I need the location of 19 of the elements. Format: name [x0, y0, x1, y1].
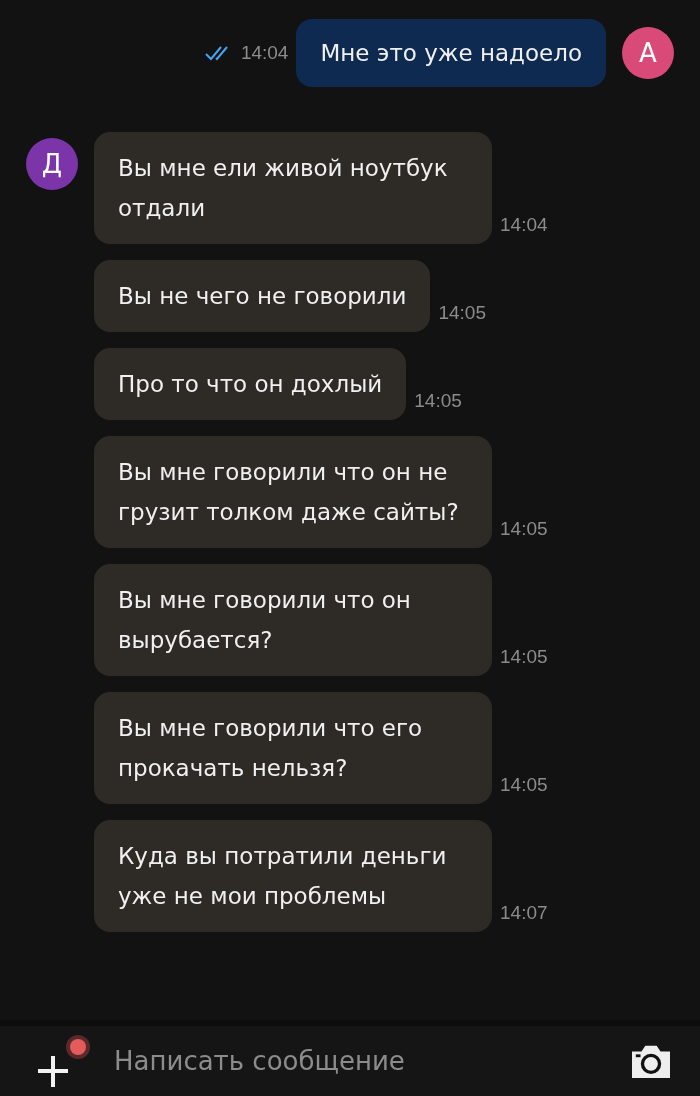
message-time: 14:04: [240, 42, 289, 64]
message-bubble: Про то что он дохлый: [94, 348, 407, 420]
message-time: 14:07: [500, 902, 548, 924]
message-bubble: Вы мне говорили что он не грузит толком даже сайты?: [94, 436, 492, 548]
avatar[interactable]: Д: [26, 138, 78, 190]
message-time: 14:05: [414, 390, 462, 412]
message-time: 14:05: [438, 302, 486, 324]
message-bubble: Куда вы потратили деньги уже не мои проблемы: [94, 820, 492, 932]
message-bubble: Мне это уже надоело: [296, 19, 606, 87]
message-bubble: Вы мне ели живой ноутбук отдали: [94, 132, 492, 244]
message-time: 14:05: [500, 646, 548, 668]
message-bubble: Вы не чего не говорили: [94, 260, 431, 332]
message-bubble: Вы мне говорили что его прокачать нельзя?: [94, 692, 492, 804]
message-time: 14:04: [500, 214, 548, 236]
avatar[interactable]: А: [622, 27, 674, 79]
message-input[interactable]: Написать сообщение: [112, 1045, 616, 1077]
message-bubble: Вы мне говорили что он вырубается?: [94, 564, 492, 676]
message-time: 14:05: [500, 774, 548, 796]
message-time: 14:05: [500, 518, 548, 540]
